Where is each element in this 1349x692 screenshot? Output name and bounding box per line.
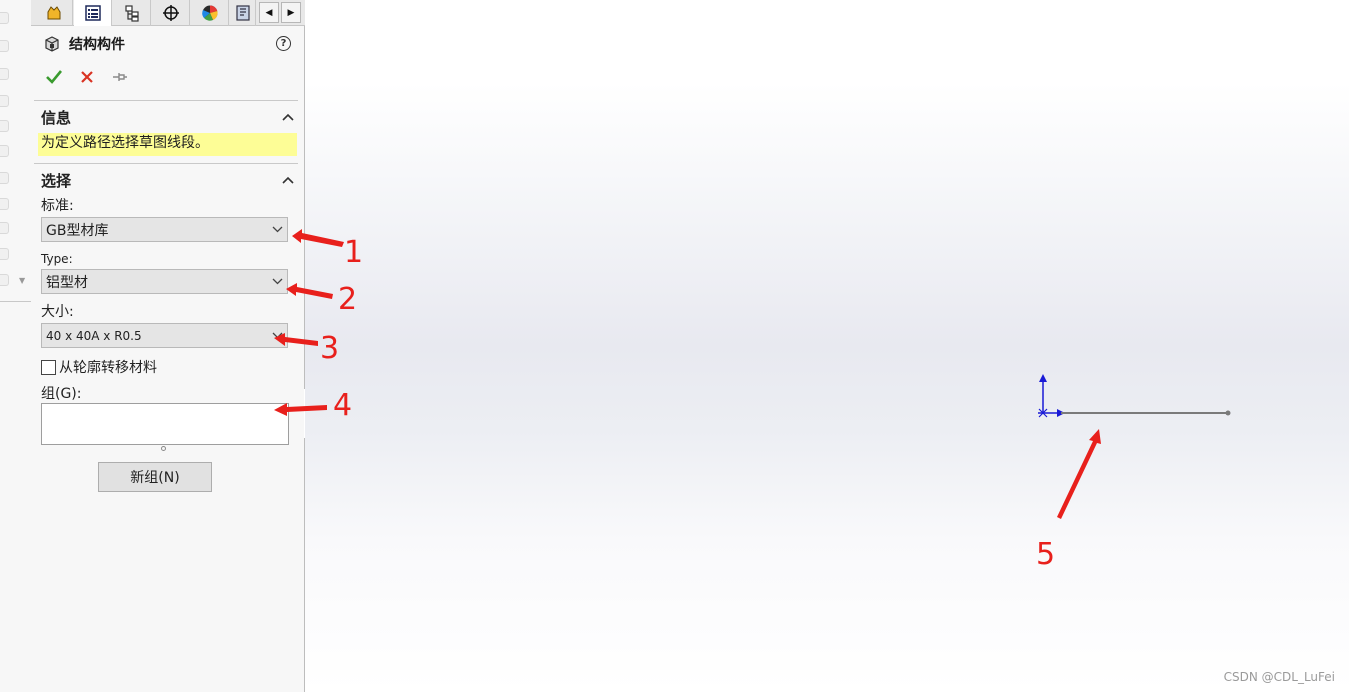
collapse-selection-group-chevron-up-icon[interactable] — [282, 173, 294, 187]
group-listbox[interactable] — [41, 403, 289, 445]
transfer-material-checkbox[interactable] — [41, 359, 56, 375]
tab-featuremanager[interactable] — [35, 0, 73, 26]
sketch-canvas — [1038, 374, 1231, 418]
standard-select[interactable]: GB型材库 — [41, 217, 288, 242]
configurationmanager-icon — [124, 5, 139, 22]
annotation-label-2: 2 — [338, 282, 358, 317]
help-icon[interactable]: ? — [276, 36, 291, 51]
tree-item-ghost-icon — [0, 40, 9, 52]
tab-scroll-left-button[interactable]: ◀ — [259, 2, 279, 23]
divider — [0, 301, 31, 302]
tree-item-ghost-icon — [0, 274, 9, 286]
tree-item-ghost-icon — [0, 248, 9, 260]
chevron-down-icon — [272, 332, 283, 339]
chevron-left-icon: ◀ — [265, 7, 273, 18]
message-text: 为定义路径选择草图线段。 — [38, 133, 297, 156]
tab-propertymanager[interactable] — [74, 0, 112, 26]
selection-group-title: 选择 — [41, 172, 72, 190]
checkmark-icon — [46, 70, 63, 84]
transfer-material-checkbox-label: 从轮廓转移材料 — [59, 360, 157, 376]
tree-item-ghost-icon — [0, 12, 9, 24]
propertymanager-header: 结构构件 ? — [43, 33, 293, 55]
annotation-label-5: 5 — [1036, 537, 1056, 572]
message-group-title: 信息 — [41, 109, 72, 127]
chevron-down-icon — [272, 226, 283, 233]
tree-item-ghost-icon — [0, 95, 9, 107]
structural-member-icon — [45, 36, 59, 52]
pin-button[interactable] — [107, 66, 133, 88]
size-label: 大小: — [41, 304, 74, 320]
tab-configurationmanager[interactable] — [113, 0, 151, 26]
divider — [34, 100, 298, 101]
cancel-button[interactable] — [74, 66, 100, 88]
expand-arrow-icon[interactable]: ▼ — [19, 276, 25, 285]
origin-axis-icon — [1038, 374, 1065, 418]
tree-item-ghost-icon — [0, 222, 9, 234]
chevron-down-icon — [272, 278, 283, 285]
action-buttons — [41, 66, 140, 88]
tab-dimxpert[interactable] — [152, 0, 190, 26]
tree-item-ghost-icon — [0, 145, 9, 157]
display-manager-icon — [201, 5, 218, 21]
collapse-message-group-chevron-up-icon[interactable] — [282, 110, 294, 124]
type-select[interactable]: 铝型材 — [41, 269, 288, 294]
tab-display-manager[interactable] — [191, 0, 229, 26]
new-group-button[interactable]: 新组(N) — [98, 462, 212, 492]
standard-select-value: GB型材库 — [46, 222, 109, 239]
size-select[interactable]: 40 x 40A x R0.5 — [41, 323, 288, 348]
featuremanager-icon — [47, 6, 60, 20]
annotation-label-1: 1 — [344, 235, 364, 270]
standard-label: 标准: — [41, 198, 74, 214]
manager-tab-bar: ◀ ▶ — [31, 0, 305, 26]
tab-scroll-right-button[interactable]: ▶ — [281, 2, 301, 23]
transfer-material-checkbox-row[interactable]: 从轮廓转移材料 — [41, 357, 157, 377]
close-icon — [81, 71, 93, 83]
chevron-right-icon: ▶ — [287, 7, 295, 18]
annotation-label-4: 4 — [333, 388, 353, 423]
tree-item-ghost-icon — [0, 172, 9, 184]
tree-item-ghost-icon — [0, 198, 9, 210]
property-manager-panel: ◀ ▶ 结构构件 ? 信息 为定义路径选择草图线段。 选择 标准: GB型材库 … — [31, 0, 305, 692]
feature-tree-strip: ▼ — [0, 0, 31, 692]
type-select-value: 铝型材 — [46, 274, 88, 291]
tree-item-ghost-icon — [0, 120, 9, 132]
page-title: 结构构件 — [69, 37, 125, 53]
propertymanager-icon — [84, 5, 101, 21]
tree-item-ghost-icon — [0, 68, 9, 80]
group-label: 组(G): — [41, 386, 82, 402]
listbox-resize-handle[interactable] — [161, 446, 166, 451]
cam-icon — [235, 5, 250, 21]
tab-cam[interactable] — [230, 0, 256, 26]
sketch-endpoint[interactable] — [1225, 410, 1231, 416]
ok-button[interactable] — [41, 66, 67, 88]
size-select-value: 40 x 40A x R0.5 — [46, 328, 142, 343]
dimxpert-icon — [162, 5, 179, 21]
type-label: Type: — [41, 252, 73, 266]
pushpin-icon — [113, 73, 127, 81]
divider — [34, 163, 298, 164]
graphics-area[interactable]: CSDN @CDL_LuFei — [305, 0, 1349, 692]
annotation-label-3: 3 — [320, 331, 340, 366]
watermark: CSDN @CDL_LuFei — [1223, 670, 1335, 684]
